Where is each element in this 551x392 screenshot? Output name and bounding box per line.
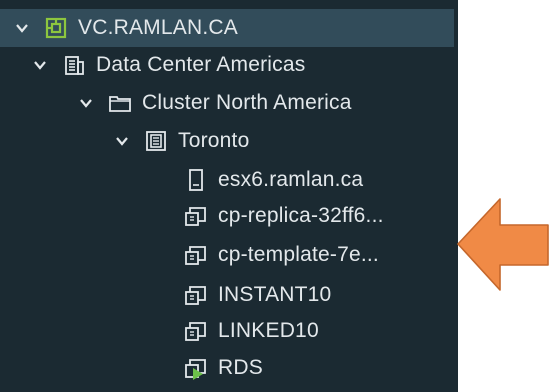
tree-item-datacenter[interactable]: Data Center Americas <box>0 46 458 84</box>
tree-item-label: Toronto <box>178 129 250 152</box>
inventory-tree-panel: VC.RAMLAN.CA Data Center Americas Cluste… <box>0 0 458 392</box>
vm-icon <box>184 319 208 343</box>
tree-item-cluster[interactable]: Cluster North America <box>0 84 458 122</box>
vcenter-icon <box>44 16 68 40</box>
tree-item-vm[interactable]: LINKED10 <box>0 312 458 350</box>
chevron-down-icon[interactable] <box>78 95 94 111</box>
resource-pool-icon <box>144 129 168 153</box>
tree-item-label: esx6.ramlan.ca <box>218 168 364 191</box>
tree-item-label: cp-replica-32ff6... <box>218 204 384 227</box>
orange-left-arrow-icon <box>457 198 549 291</box>
tree-item-label: LINKED10 <box>218 319 319 342</box>
datacenter-icon <box>62 53 86 77</box>
cluster-icon <box>108 91 132 115</box>
tree-item-label: INSTANT10 <box>218 283 332 306</box>
tree-item-label: Data Center Americas <box>96 53 306 76</box>
vm-powered-on-icon <box>184 356 208 380</box>
vm-icon <box>184 283 208 307</box>
tree-item-vm[interactable]: INSTANT10 <box>0 276 458 314</box>
tree-item-vm[interactable]: RDS <box>0 349 458 387</box>
tree-item-label: VC.RAMLAN.CA <box>78 16 238 39</box>
tree-item-label: Cluster North America <box>142 91 352 114</box>
tree-item-host[interactable]: esx6.ramlan.ca <box>0 161 458 199</box>
vm-icon <box>184 204 208 228</box>
vm-icon <box>184 243 208 267</box>
chevron-down-icon[interactable] <box>14 20 30 36</box>
tree-item-vcenter[interactable]: VC.RAMLAN.CA <box>0 9 454 47</box>
host-icon <box>184 168 208 192</box>
chevron-down-icon[interactable] <box>114 133 130 149</box>
chevron-down-icon[interactable] <box>32 57 48 73</box>
tree-item-resource-pool[interactable]: Toronto <box>0 122 458 160</box>
tree-item-label: cp-template-7e... <box>218 243 379 266</box>
tree-item-vm[interactable]: cp-template-7e... <box>0 236 458 274</box>
tree-item-vm[interactable]: cp-replica-32ff6... <box>0 197 458 235</box>
tree-item-label: RDS <box>218 356 263 379</box>
